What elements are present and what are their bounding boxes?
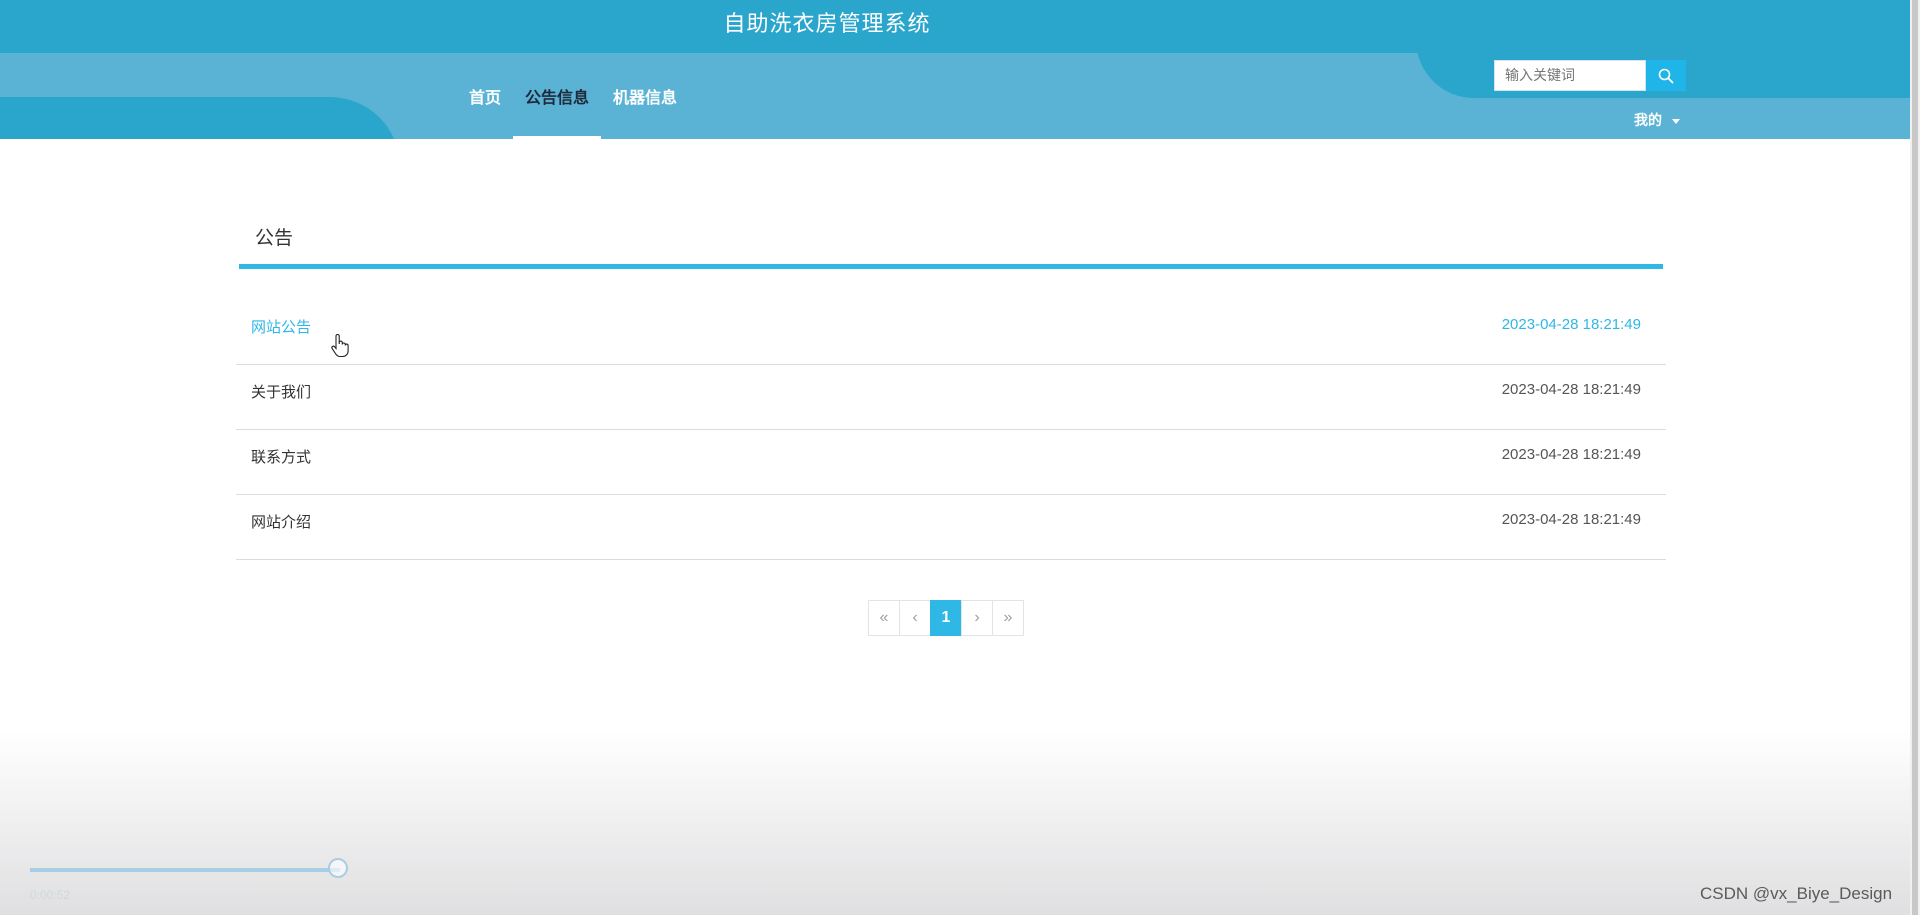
section-title: 公告 xyxy=(255,227,294,249)
user-menu-label: 我的 xyxy=(1634,113,1662,129)
notice-date: 2023-04-28 18:21:49 xyxy=(1501,446,1641,463)
pagination: « ‹ 1 › » xyxy=(868,600,1024,636)
notice-date: 2023-04-28 18:21:49 xyxy=(1501,381,1641,398)
pagination-last-button[interactable]: » xyxy=(992,600,1024,636)
search-button[interactable] xyxy=(1646,60,1686,91)
decorative-curve-left xyxy=(0,97,400,139)
section-divider xyxy=(239,264,1663,269)
scrollbar-thumb[interactable] xyxy=(1912,0,1918,915)
notice-title[interactable]: 关于我们 xyxy=(251,381,311,402)
pagination-page-button[interactable]: 1 xyxy=(930,600,962,636)
notice-title[interactable]: 联系方式 xyxy=(251,446,311,467)
list-item[interactable]: 关于我们 2023-04-28 18:21:49 xyxy=(236,365,1666,430)
watermark: CSDN @vx_Biye_Design xyxy=(1700,884,1893,903)
list-item[interactable]: 联系方式 2023-04-28 18:21:49 xyxy=(236,430,1666,495)
notice-date: 2023-04-28 18:21:49 xyxy=(1501,316,1641,333)
top-bar: 自助洗衣房管理系统 xyxy=(0,0,1920,53)
search-icon xyxy=(1658,68,1674,83)
site-title: 自助洗衣房管理系统 xyxy=(723,12,931,37)
section-header: 公告 xyxy=(239,200,1663,270)
notice-title[interactable]: 网站公告 xyxy=(251,316,311,337)
hand-pointer-icon xyxy=(331,334,349,358)
video-progress-handle[interactable] xyxy=(328,858,348,878)
notice-date: 2023-04-28 18:21:49 xyxy=(1501,511,1641,528)
pagination-first-button[interactable]: « xyxy=(868,600,900,636)
video-progress-track[interactable] xyxy=(30,868,340,872)
search-input[interactable] xyxy=(1494,60,1646,91)
video-overlay-fade xyxy=(0,730,1920,915)
pagination-prev-button[interactable]: ‹ xyxy=(899,600,931,636)
chevron-down-icon xyxy=(1672,118,1680,124)
list-item[interactable]: 网站介绍 2023-04-28 18:21:49 xyxy=(236,495,1666,560)
nav-item-notices[interactable]: 公告信息 xyxy=(513,53,602,139)
nav-item-home[interactable]: 首页 xyxy=(457,53,513,139)
video-time: 0:00:52 xyxy=(30,888,71,902)
main-nav: 首页 公告信息 机器信息 xyxy=(457,53,689,139)
list-item[interactable]: 网站公告 2023-04-28 18:21:49 xyxy=(236,300,1666,365)
pagination-next-button[interactable]: › xyxy=(961,600,993,636)
notice-list: 网站公告 2023-04-28 18:21:49 关于我们 2023-04-28… xyxy=(236,300,1666,560)
nav-item-machines[interactable]: 机器信息 xyxy=(601,53,689,139)
notice-title[interactable]: 网站介绍 xyxy=(251,511,311,532)
user-menu[interactable]: 我的 xyxy=(1634,110,1680,130)
